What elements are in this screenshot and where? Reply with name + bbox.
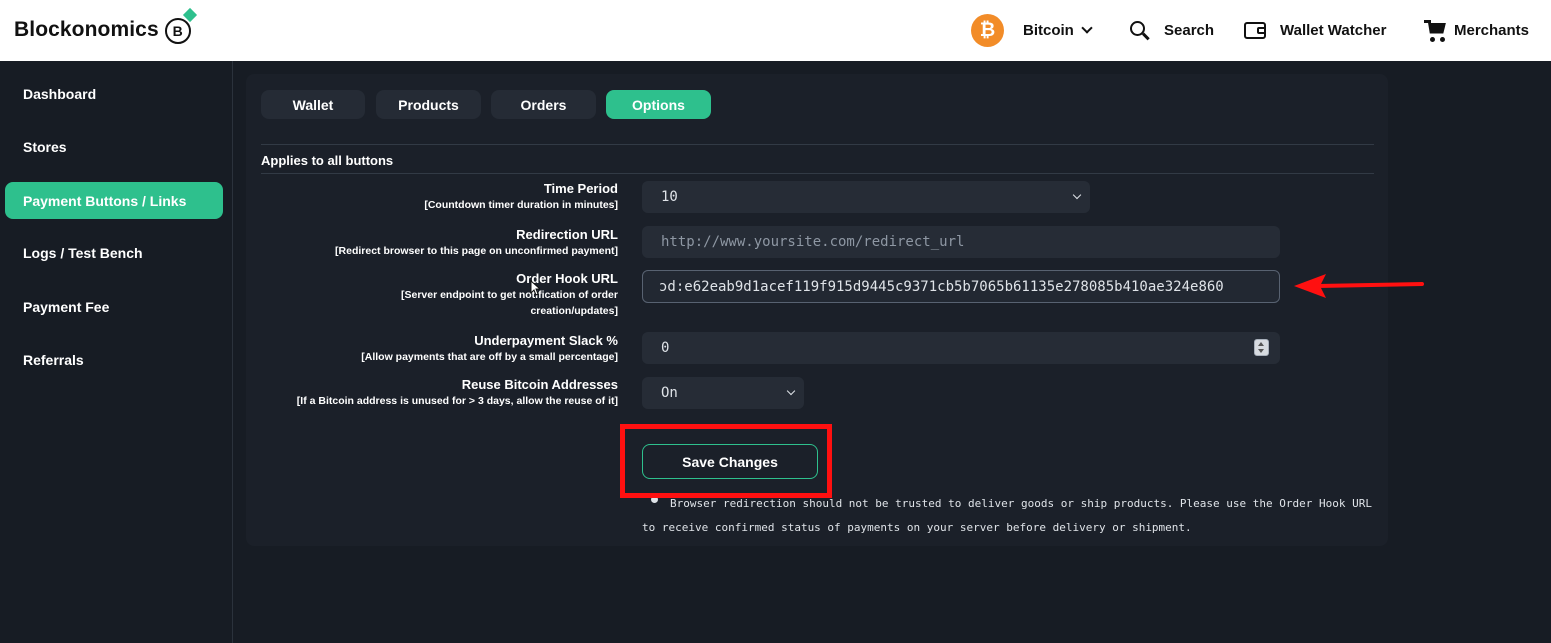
sidebar-item-logs-test-bench[interactable]: Logs / Test Bench: [5, 234, 223, 271]
coin-selector[interactable]: ₿ Bitcoin: [971, 0, 1093, 61]
time-period-label-group: Time Period [Countdown timer duration in…: [258, 181, 618, 213]
reuse-addresses-select[interactable]: On: [642, 377, 804, 409]
order-hook-url-input[interactable]: ɔd:e62eab9d1acef119f915d9445c9371cb5b706…: [642, 270, 1280, 303]
brand-name: Blockonomics: [14, 18, 159, 41]
sidebar-item-dashboard[interactable]: Dashboard: [5, 75, 223, 112]
top-navbar: Blockonomics B ₿ Bitcoin Search Wallet W…: [0, 0, 1551, 61]
sidebar-item-payment-buttons[interactable]: Payment Buttons / Links: [5, 182, 223, 219]
sidebar-item-payment-fee[interactable]: Payment Fee: [5, 288, 223, 325]
reuse-addresses-hint: [If a Bitcoin address is unused for > 3 …: [296, 395, 618, 407]
sidebar: Dashboard Stores Payment Buttons / Links…: [0, 61, 233, 643]
underpayment-slack-hint: [Allow payments that are off by a small …: [361, 351, 618, 363]
tab-wallet[interactable]: Wallet: [261, 90, 365, 119]
brand-mark-icon: B: [164, 7, 197, 44]
redirection-url-label-group: Redirection URL [Redirect browser to thi…: [258, 227, 618, 259]
sidebar-item-stores[interactable]: Stores: [5, 128, 223, 165]
chevron-down-icon: [786, 386, 796, 396]
brand-logo[interactable]: Blockonomics B: [14, 7, 197, 44]
time-period-label: Time Period: [543, 181, 618, 196]
number-spinner-icon[interactable]: [1254, 339, 1269, 356]
tab-products[interactable]: Products: [376, 90, 481, 119]
search-label: Search: [1164, 22, 1215, 39]
wallet-watcher-link[interactable]: Wallet Watcher: [1244, 0, 1386, 61]
wallet-icon: [1244, 22, 1266, 39]
wallet-watcher-label: Wallet Watcher: [1280, 22, 1387, 39]
annotation-highlight-box: [620, 424, 832, 498]
chevron-down-icon: [1072, 190, 1082, 200]
search-icon: [1130, 20, 1150, 41]
tab-options[interactable]: Options: [606, 90, 711, 119]
redirection-warning-note: Browser redirection should not be truste…: [642, 497, 1372, 534]
bitcoin-icon: ₿: [971, 14, 1004, 47]
time-period-hint: [Countdown timer duration in minutes]: [424, 199, 618, 211]
divider: [261, 173, 1374, 174]
redirection-url-hint: [Redirect browser to this page on unconf…: [335, 245, 618, 257]
underpayment-slack-label-group: Underpayment Slack % [Allow payments tha…: [258, 333, 618, 365]
order-hook-url-label-group: Order Hook URL [Server endpoint to get n…: [328, 271, 618, 319]
chevron-down-icon: [1081, 22, 1093, 34]
sidebar-item-referrals[interactable]: Referrals: [5, 341, 223, 378]
underpayment-slack-input[interactable]: 0: [642, 332, 1280, 364]
reuse-addresses-label: Reuse Bitcoin Addresses: [461, 377, 618, 392]
mouse-cursor-icon: [530, 280, 540, 296]
merchants-label: Merchants: [1454, 22, 1530, 39]
coin-label: Bitcoin: [1023, 22, 1074, 39]
redirection-url-label: Redirection URL: [516, 227, 618, 242]
cart-icon: [1424, 19, 1448, 42]
section-title: Applies to all buttons: [261, 153, 394, 168]
search-link[interactable]: Search: [1130, 0, 1214, 61]
order-hook-url-hint: [Server endpoint to get notification of …: [400, 289, 618, 317]
underpayment-slack-label: Underpayment Slack %: [474, 333, 618, 348]
reuse-addresses-label-group: Reuse Bitcoin Addresses [If a Bitcoin ad…: [258, 377, 618, 409]
divider: [261, 144, 1374, 145]
time-period-select[interactable]: 10: [642, 181, 1090, 213]
tab-orders[interactable]: Orders: [491, 90, 596, 119]
merchants-link[interactable]: Merchants: [1424, 0, 1529, 61]
order-hook-url-label: Order Hook URL: [516, 271, 618, 286]
redirection-url-input[interactable]: http://www.yoursite.com/redirect_url: [642, 226, 1280, 258]
annotation-arrow-icon: [1294, 274, 1424, 298]
